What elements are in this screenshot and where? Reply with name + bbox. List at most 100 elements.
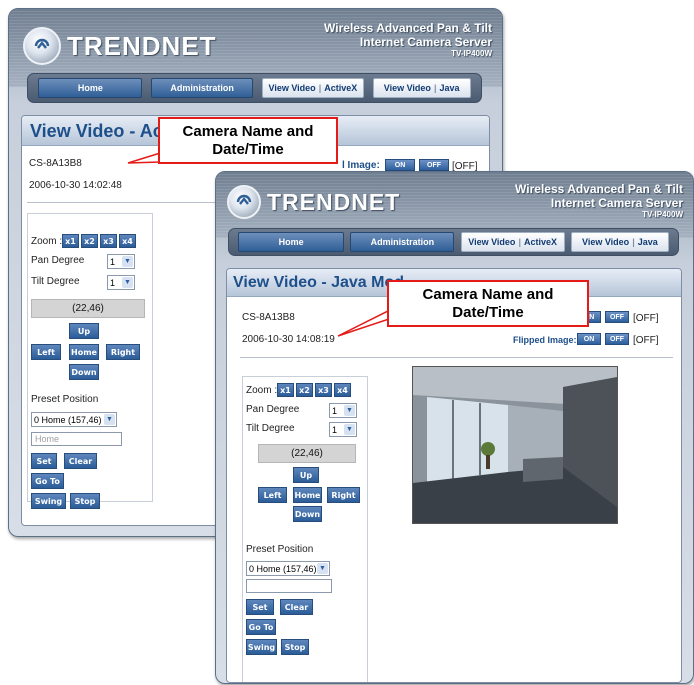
ptz-state: [OFF] — [633, 313, 659, 324]
flipped-off-button[interactable]: OFF — [605, 333, 629, 345]
nav-view-video-activex[interactable]: View Video | ActiveX — [460, 232, 565, 252]
coordinates-display: (22,46) — [31, 299, 145, 318]
stop-button[interactable]: Stop — [281, 639, 309, 655]
goto-button[interactable]: Go To — [246, 619, 276, 635]
zoom-label: Zoom : — [31, 236, 63, 247]
zoom-x3-button[interactable]: x3 — [100, 234, 117, 248]
swing-button[interactable]: Swing — [31, 493, 66, 509]
java-window: TRENDNET Wireless Advanced Pan & Tilt In… — [215, 171, 694, 684]
right-button[interactable]: Right — [106, 344, 140, 360]
nav-administration[interactable]: Administration — [350, 232, 455, 252]
nav-label: Java — [439, 83, 460, 93]
flipped-image-label: l Image: — [342, 160, 380, 171]
nav-home[interactable]: Home — [38, 78, 143, 98]
left-button[interactable]: Left — [31, 344, 61, 360]
zoom-x1-button[interactable]: x1 — [62, 234, 79, 248]
nav-administration[interactable]: Administration — [151, 78, 254, 98]
callout-line2: Date/Time — [212, 140, 284, 158]
preset-position-select[interactable]: 0 Home (157,46) ▼ — [246, 561, 330, 576]
zoom-x3-button[interactable]: x3 — [315, 383, 332, 397]
down-button[interactable]: Down — [69, 364, 99, 380]
ptz-control-box: Zoom : x1 x2 x3 x4 Pan Degree 1 ▼ Tilt D… — [242, 376, 368, 682]
nav-view-video-java[interactable]: View Video | Java — [570, 232, 669, 252]
home-button[interactable]: Home — [293, 487, 322, 503]
home-button[interactable]: Home — [69, 344, 99, 360]
up-button[interactable]: Up — [69, 323, 99, 339]
flipped-on-button[interactable]: ON — [577, 333, 601, 345]
tilt-degree-select[interactable]: 1 ▼ — [329, 422, 357, 437]
tilt-degree-value: 1 — [110, 277, 116, 288]
callout-line2: Date/Time — [452, 303, 524, 321]
right-button[interactable]: Right — [327, 487, 360, 503]
nav-label: View Video — [268, 83, 316, 93]
logo-text: TRENDNET — [67, 30, 217, 61]
logo-text: TRENDNET — [267, 188, 401, 215]
callout-front: Camera Name and Date/Time — [387, 280, 589, 327]
video-preview — [412, 366, 618, 524]
model-number: TV-IP400W — [451, 49, 492, 58]
clear-button[interactable]: Clear — [64, 453, 97, 469]
zoom-x1-button[interactable]: x1 — [277, 383, 294, 397]
pan-degree-value: 1 — [332, 405, 338, 416]
pan-degree-label: Pan Degree — [31, 255, 85, 266]
down-button[interactable]: Down — [293, 506, 322, 522]
product-line1: Wireless Advanced Pan & Tilt — [324, 21, 492, 35]
nav-view-video-activex[interactable]: View Video | ActiveX — [261, 78, 364, 98]
tilt-degree-label: Tilt Degree — [246, 423, 295, 434]
product-line2: Internet Camera Server — [359, 35, 492, 49]
up-button[interactable]: Up — [293, 467, 319, 483]
flipped-on-button[interactable]: ON — [385, 159, 415, 171]
pan-degree-select[interactable]: 1 ▼ — [107, 254, 135, 269]
coordinates-display: (22,46) — [258, 444, 356, 463]
preset-position-value: 0 Home (157,46) — [34, 414, 102, 425]
nav-label: Java — [637, 237, 658, 247]
callout-line1: Camera Name and — [422, 285, 554, 303]
pan-degree-value: 1 — [110, 256, 116, 267]
swing-button[interactable]: Swing — [246, 639, 277, 655]
left-button[interactable]: Left — [258, 487, 287, 503]
logo-icon — [23, 27, 61, 65]
chevron-down-icon: ▼ — [344, 405, 355, 416]
main-nav: Home Administration View Video | ActiveX V… — [228, 228, 679, 256]
logo-icon — [227, 185, 261, 219]
tilt-degree-value: 1 — [332, 424, 338, 435]
set-button[interactable]: Set — [246, 599, 274, 615]
trendnet-logo: TRENDNET — [227, 185, 400, 219]
tilt-degree-label: Tilt Degree — [31, 276, 80, 287]
clear-button[interactable]: Clear — [280, 599, 313, 615]
goto-button[interactable]: Go To — [31, 473, 64, 489]
product-line2: Internet Camera Server — [550, 196, 683, 210]
preset-position-label: Preset Position — [246, 544, 314, 555]
callout-line1: Camera Name and — [182, 122, 314, 140]
nav-label: View Video — [383, 83, 431, 93]
zoom-x2-button[interactable]: x2 — [81, 234, 98, 248]
nav-view-video-java[interactable]: View Video | Java — [372, 78, 471, 98]
ptz-control-box: Zoom : x1 x2 x3 x4 Pan Degree 1 ▼ Tilt D… — [27, 213, 153, 509]
nav-label: View Video — [581, 237, 630, 247]
zoom-x4-button[interactable]: x4 — [334, 383, 351, 397]
zoom-label: Zoom : — [246, 385, 278, 396]
preset-name-input[interactable] — [246, 579, 332, 593]
chevron-down-icon: ▼ — [317, 563, 328, 574]
ptz-off-button[interactable]: OFF — [605, 311, 629, 323]
chevron-down-icon: ▼ — [344, 424, 355, 435]
set-button[interactable]: Set — [31, 453, 57, 469]
stop-button[interactable]: Stop — [70, 493, 100, 509]
copyright-text: Copyright © 2006 TRENDnet. All Rights Re… — [515, 673, 673, 680]
flipped-off-button[interactable]: OFF — [419, 159, 449, 171]
chevron-down-icon: ▼ — [104, 414, 115, 425]
pan-degree-select[interactable]: 1 ▼ — [329, 403, 357, 418]
tilt-degree-select[interactable]: 1 ▼ — [107, 275, 135, 290]
nav-label: View Video — [468, 237, 516, 247]
preset-name-input[interactable]: Home — [31, 432, 122, 446]
nav-label: ActiveX — [523, 237, 557, 247]
nav-home[interactable]: Home — [238, 232, 345, 252]
chevron-down-icon: ▼ — [122, 256, 133, 267]
zoom-x4-button[interactable]: x4 — [119, 234, 136, 248]
preset-position-select[interactable]: 0 Home (157,46) ▼ — [31, 412, 117, 427]
main-nav: Home Administration View Video | ActiveX V… — [27, 73, 482, 103]
preset-position-label: Preset Position — [31, 394, 99, 405]
office-scene-image — [413, 367, 617, 523]
zoom-x2-button[interactable]: x2 — [296, 383, 313, 397]
flipped-state: [OFF] — [633, 335, 659, 346]
